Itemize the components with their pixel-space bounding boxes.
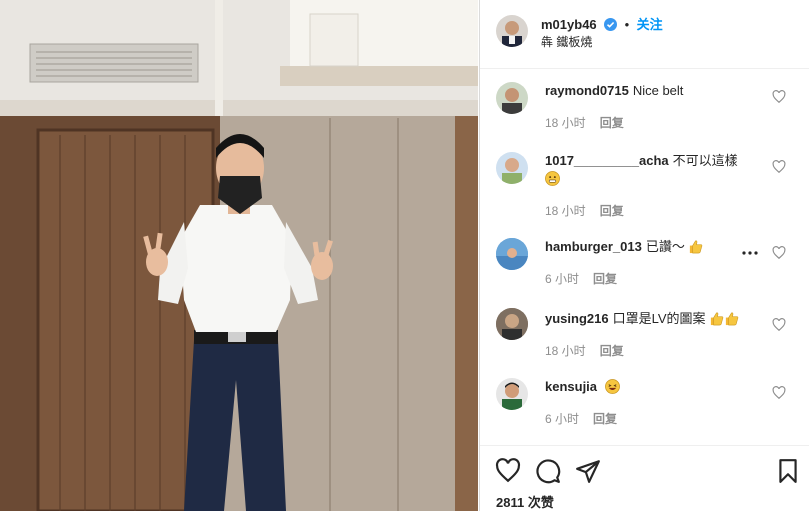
separator-dot: • <box>624 17 630 32</box>
reply-button[interactable]: 回复 <box>593 412 617 426</box>
comment-item: yusing216 口罩是LV的圖案 18 小时 回复 <box>480 294 809 364</box>
comment-time[interactable]: 18 小时 <box>545 116 586 130</box>
comment-username[interactable]: hamburger_013 <box>545 239 642 254</box>
comment-text-row: 1017_________acha 不可以這樣 <box>545 152 765 188</box>
comment-avatar[interactable] <box>496 308 528 340</box>
comment-username[interactable]: kensujia <box>545 379 597 394</box>
comment-time[interactable]: 6 小时 <box>545 272 579 286</box>
comment-avatar[interactable] <box>496 238 528 270</box>
comment-text-row: kensujia <box>545 378 765 396</box>
comment-time[interactable]: 6 小时 <box>545 412 579 426</box>
poster-avatar[interactable] <box>496 15 528 47</box>
comment-avatar[interactable] <box>496 378 528 410</box>
comment-body: 口罩是LV的圖案 <box>612 311 706 326</box>
comment-item: 1017_________acha 不可以這樣 18 小时 回复 <box>480 138 809 224</box>
comment-text-row: hamburger_013 已讚～ <box>545 238 765 256</box>
heart-icon[interactable] <box>772 246 786 260</box>
share-icon[interactable] <box>575 458 601 484</box>
heart-icon[interactable] <box>772 318 786 332</box>
comment-body: Nice belt <box>632 83 684 98</box>
heart-icon[interactable] <box>772 90 786 104</box>
comment-avatar[interactable] <box>496 152 528 184</box>
more-icon[interactable] <box>742 250 758 256</box>
like-count[interactable]: 2811 次赞 <box>496 492 554 511</box>
verified-badge-icon <box>604 18 618 36</box>
comment-item: kensujia 6 小时 回复 <box>480 364 809 434</box>
comment-username[interactable]: raymond0715 <box>545 83 629 98</box>
comment-username[interactable]: 1017_________acha <box>545 153 669 168</box>
comment-avatar[interactable] <box>496 82 528 114</box>
comment-meta: 6 小时 回复 <box>545 410 631 427</box>
post-location[interactable]: 犇 鐵板燒 <box>541 33 592 50</box>
thumbs-up-emoji <box>724 311 739 326</box>
heart-icon[interactable] <box>495 458 521 484</box>
post-image <box>0 0 478 511</box>
bookmark-icon[interactable] <box>775 458 801 484</box>
comment-body: 已讚～ <box>645 239 685 254</box>
heart-icon[interactable] <box>772 386 786 400</box>
comment-username[interactable]: yusing216 <box>545 311 609 326</box>
comment-icon[interactable] <box>535 458 561 484</box>
comment-time[interactable]: 18 小时 <box>545 344 586 358</box>
reply-button[interactable]: 回复 <box>600 344 624 358</box>
reply-button[interactable]: 回复 <box>600 116 624 130</box>
follow-button[interactable]: 关注 <box>637 17 663 32</box>
comment-meta: 18 小时 回复 <box>545 342 638 359</box>
thumbs-up-emoji <box>709 311 724 326</box>
heart-icon[interactable] <box>772 160 786 174</box>
laughing-emoji <box>604 379 620 394</box>
grimace-emoji <box>545 171 560 186</box>
comment-meta: 6 小时 回复 <box>545 270 631 287</box>
action-bar: 2811 次赞 <box>480 445 809 512</box>
thumbs-up-emoji <box>688 239 703 254</box>
poster-username[interactable]: m01yb46 <box>541 17 597 32</box>
comment-item: raymond0715 Nice belt 18 小时 回复 <box>480 68 809 138</box>
comment-text-row: raymond0715 Nice belt <box>545 82 765 100</box>
reply-button[interactable]: 回复 <box>593 272 617 286</box>
comment-item: hamburger_013 已讚～ 6 小时 回复 <box>480 224 809 294</box>
comment-time[interactable]: 18 小时 <box>545 204 586 218</box>
comment-meta: 18 小时 回复 <box>545 202 638 219</box>
comment-body: 不可以這樣 <box>672 153 738 168</box>
comment-meta: 18 小时 回复 <box>545 114 638 131</box>
reply-button[interactable]: 回复 <box>600 204 624 218</box>
post-photo[interactable] <box>0 0 478 511</box>
comment-text-row: yusing216 口罩是LV的圖案 <box>545 310 765 328</box>
post-panel: m01yb46 • 关注 犇 鐵板燒 raymond0715 Nice belt … <box>479 0 809 511</box>
post-header: m01yb46 • 关注 犇 鐵板燒 <box>480 0 809 69</box>
